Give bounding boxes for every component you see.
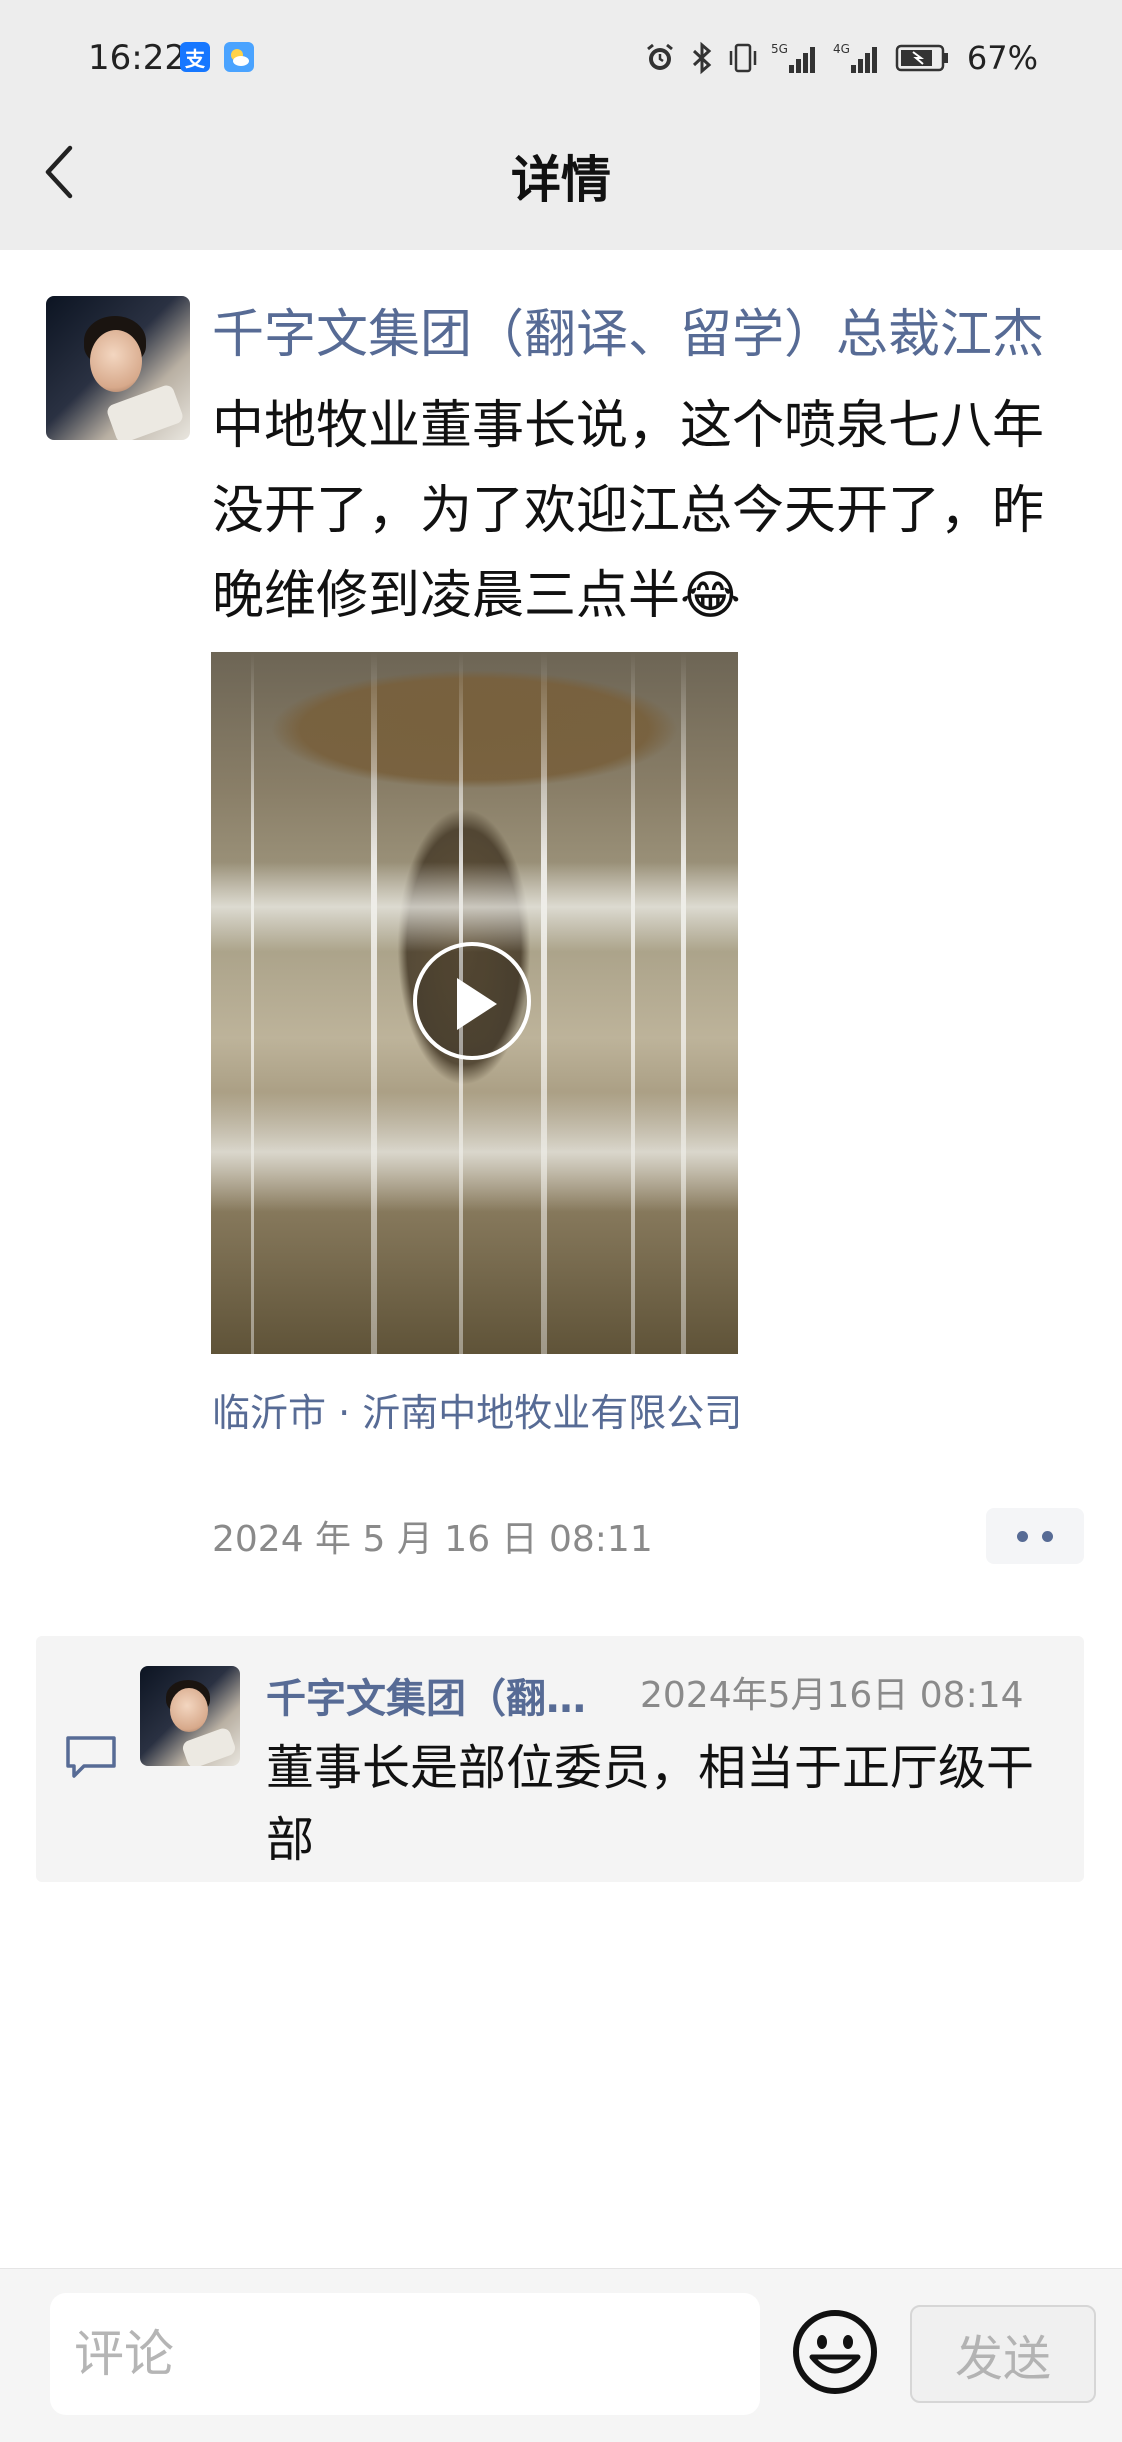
svg-text:4G: 4G bbox=[833, 42, 850, 56]
play-icon[interactable] bbox=[413, 942, 531, 1060]
weather-icon bbox=[224, 42, 254, 72]
post-body: 中地牧业董事长说，这个喷泉七八年没开了，为了欢迎江总今天开了，昨晚维修到凌晨三点… bbox=[212, 396, 1045, 626]
bottom-bar: 发送 bbox=[0, 2268, 1122, 2442]
send-button[interactable]: 发送 bbox=[910, 2305, 1096, 2403]
comment-section: 千字文集团（翻译、留学）总裁江杰 2024年5月16日 08:14 董事长是部位… bbox=[36, 1636, 1084, 1882]
comment-time: 2024年5月16日 08:14 bbox=[640, 1675, 1024, 1716]
alarm-icon bbox=[643, 41, 677, 75]
status-time: 16:22 bbox=[88, 38, 186, 78]
post-author-name[interactable]: 千字文集团（翻译、留学）总裁江杰 bbox=[212, 292, 1044, 367]
top-bar: 16:22 支 5G 4G 67% 详情 bbox=[0, 0, 1122, 250]
status-icons: 5G 4G 67% bbox=[643, 36, 1038, 80]
svg-text:5G: 5G bbox=[771, 42, 788, 56]
battery-percentage: 67% bbox=[966, 39, 1038, 77]
alipay-icon: 支 bbox=[180, 42, 210, 72]
location-link[interactable]: 临沂市 · 沂南中地牧业有限公司 bbox=[212, 1382, 742, 1437]
more-dots-icon[interactable] bbox=[986, 1508, 1084, 1564]
post-timestamp: 2024 年 5 月 16 日 08:11 bbox=[212, 1519, 653, 1560]
page: 16:22 支 5G 4G 67% 详情 千字文集团（翻译、留学）总裁江杰 中地… bbox=[0, 0, 1122, 2442]
bluetooth-icon bbox=[689, 41, 715, 75]
battery-icon bbox=[895, 43, 951, 73]
signal-5g-icon: 5G bbox=[771, 41, 821, 75]
avatar[interactable] bbox=[46, 296, 190, 440]
comment-input[interactable] bbox=[50, 2293, 760, 2415]
post-text: 中地牧业董事长说，这个喷泉七八年没开了，为了欢迎江总今天开了，昨晚维修到凌晨三点… bbox=[212, 384, 1092, 639]
video-thumbnail[interactable] bbox=[211, 652, 738, 1354]
smiley-icon[interactable] bbox=[790, 2307, 880, 2397]
vibrate-icon bbox=[727, 41, 759, 75]
comment-text: 董事长是部位委员，相当于正厅级干部 bbox=[266, 1740, 1035, 1868]
commenter-avatar[interactable] bbox=[140, 1666, 240, 1766]
page-title: 详情 bbox=[511, 151, 611, 209]
comment-author-name[interactable]: 千字文集团（翻译、留学）总裁江杰 bbox=[266, 1666, 586, 1724]
crying-laughing-emoji-icon: 😂 bbox=[680, 566, 741, 626]
comment-icon bbox=[64, 1734, 118, 1784]
signal-4g-icon: 4G bbox=[833, 41, 883, 75]
